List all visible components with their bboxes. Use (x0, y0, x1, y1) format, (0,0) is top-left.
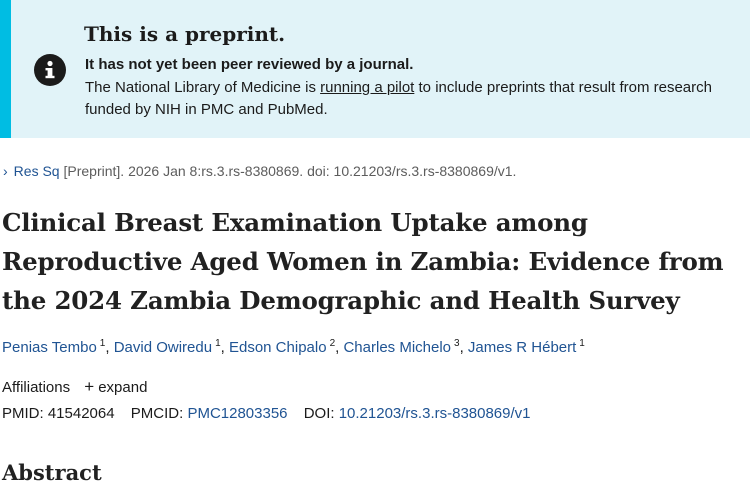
affiliations-expand-button[interactable]: + expand (84, 377, 148, 396)
citation-line: › Res Sq [Preprint]. 2026 Jan 8:rs.3.rs-8… (3, 163, 516, 179)
article-identifiers: PMID: 41542064 PMCID: PMC12803356 DOI: 1… (2, 405, 531, 422)
affiliations-label: Affiliations (2, 379, 71, 396)
author-link[interactable]: James R Hébert (468, 339, 576, 356)
pmid-label: PMID: (2, 405, 44, 422)
banner-text: The National Library of Medicine is runn… (85, 77, 735, 121)
expand-label: expand (98, 379, 148, 396)
author-separator: , (459, 339, 468, 356)
author-list: Penias Tembo 1, David Owiredu 1, Edson Chi… (2, 338, 585, 356)
banner-subtitle: It has not yet been peer reviewed by a j… (85, 56, 414, 73)
pmid-value: 41542064 (47, 405, 115, 422)
author-link[interactable]: Penias Tembo (2, 339, 97, 356)
author-separator: , (105, 339, 114, 356)
banner-title: This is a preprint. (84, 22, 286, 46)
doi-link[interactable]: 10.21203/rs.3.rs-8380869/v1 (339, 405, 531, 422)
info-circle-icon (34, 54, 66, 86)
chevron-right-icon: › (3, 163, 8, 179)
author-link[interactable]: Edson Chipalo (229, 339, 327, 356)
banner-text-before: The National Library of Medicine is (85, 79, 321, 96)
journal-link[interactable]: Res Sq (14, 163, 60, 179)
running-pilot-link[interactable]: running a pilot (320, 79, 414, 96)
pmcid-link[interactable]: PMC12803356 (187, 405, 287, 422)
citation-details: [Preprint]. 2026 Jan 8:rs.3.rs-8380869. … (59, 163, 517, 179)
preprint-notice-banner: This is a preprint. It has not yet been … (0, 0, 750, 138)
abstract-heading: Abstract (2, 460, 102, 485)
plus-icon: + (84, 377, 95, 396)
affiliation-ref[interactable]: 1 (579, 338, 585, 349)
author-separator: , (220, 339, 229, 356)
author-link[interactable]: David Owiredu (114, 339, 212, 356)
article-title: Clinical Breast Examination Uptake among… (2, 208, 724, 315)
doi-label: DOI: (303, 405, 335, 422)
pmcid-label: PMCID: (130, 405, 184, 422)
affiliations-row: Affiliations + expand (2, 377, 147, 397)
author-link[interactable]: Charles Michelo (343, 339, 451, 356)
